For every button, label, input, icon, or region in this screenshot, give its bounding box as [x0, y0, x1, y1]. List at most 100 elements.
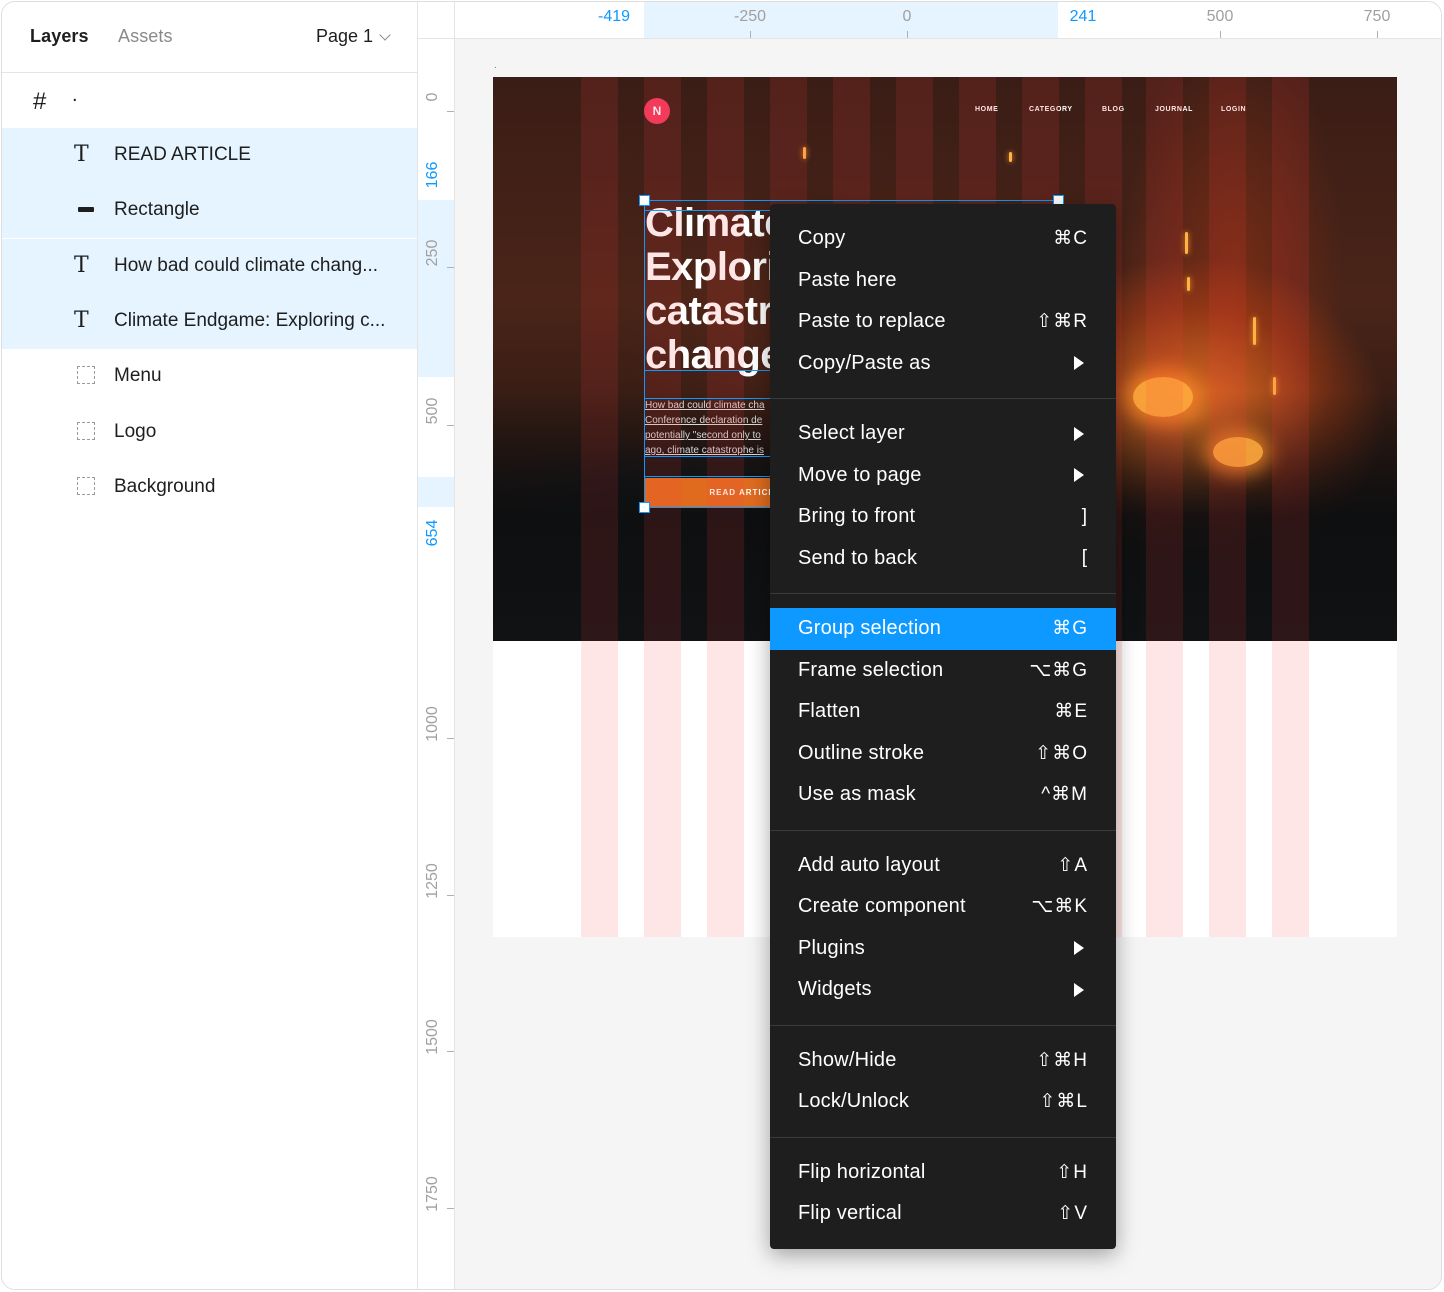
ember [1187, 277, 1190, 291]
menu-item-shortcut: ] [1081, 505, 1088, 527]
layer-row[interactable]: T Climate Endgame: Exploring c... [2, 293, 417, 349]
frame-icon: # [33, 88, 47, 115]
ruler-label: -419 [597, 8, 631, 25]
layer-row[interactable]: Rectangle [2, 183, 417, 239]
menu-separator [770, 1024, 1116, 1026]
menu-separator [770, 1136, 1116, 1138]
ruler-tick [447, 738, 454, 739]
ruler-tick [447, 1208, 454, 1209]
menu-item-select-layer[interactable]: Select layer [770, 413, 1116, 455]
menu-item-shortcut: ⌘C [1053, 228, 1088, 250]
ruler-tick [447, 425, 454, 426]
layer-name: Logo [114, 420, 157, 442]
menu-item-shortcut: ⇧⌘L [1039, 1091, 1088, 1113]
layout-grid-column [1272, 77, 1309, 937]
ruler-selection-range [418, 200, 454, 377]
menu-item-plugins[interactable]: Plugins [770, 928, 1116, 970]
menu-item-label: Move to page [798, 463, 922, 486]
ruler-tick [1220, 31, 1221, 38]
menu-item-flip-horizontal[interactable]: Flip horizontal ⇧H [770, 1152, 1116, 1194]
menu-item-move-to-page[interactable]: Move to page [770, 455, 1116, 497]
rectangle-icon [74, 197, 100, 223]
menu-item-flatten[interactable]: Flatten ⌘E [770, 691, 1116, 733]
layout-grid-column [581, 77, 618, 937]
ruler-label: 750 [1363, 8, 1391, 25]
figma-window: Layers Assets Page 1 # . T READ ARTICLE Re… [1, 1, 1442, 1290]
menu-item-bring-to-front[interactable]: Bring to front] [770, 496, 1116, 538]
menu-item-shortcut: ⌥⌘G [1029, 659, 1088, 681]
layer-row[interactable]: T How bad could climate chang... [2, 238, 417, 294]
menu-item-flip-vertical[interactable]: Flip vertical ⇧V [770, 1193, 1116, 1235]
frame-title[interactable]: . [494, 60, 497, 71]
page-selector[interactable]: Page 1 [315, 26, 391, 47]
submenu-arrow-icon [1074, 468, 1084, 483]
ruler-tick [1377, 31, 1378, 38]
menu-item-shortcut: ⌘E [1054, 701, 1088, 723]
ruler-horizontal: -419 -250 0 241 500 750 [418, 2, 1441, 39]
menu-separator [770, 829, 1116, 831]
frame-dashed-icon [74, 363, 100, 389]
menu-item-label: Flip horizontal [798, 1160, 926, 1183]
ruler-tick [447, 267, 454, 268]
layer-row[interactable]: T READ ARTICLE [2, 128, 417, 183]
context-menu: Copy ⌘C Paste here Paste to replace ⇧⌘R Copy/… [770, 204, 1116, 1249]
menu-item-copy-paste-as[interactable]: Copy/Paste as [770, 343, 1116, 385]
menu-item-create-component[interactable]: Create component ⌥⌘K [770, 886, 1116, 928]
menu-item-copy[interactable]: Copy ⌘C [770, 218, 1116, 260]
resize-handle-bottom-left[interactable] [639, 502, 650, 513]
menu-item-label: Use as mask [798, 783, 916, 806]
selection-outline [644, 398, 770, 399]
page-selector-label: Page 1 [315, 26, 373, 46]
submenu-arrow-icon [1074, 426, 1084, 441]
ember [1253, 317, 1256, 345]
menu-item-shortcut: ⇧A [1057, 854, 1088, 876]
layer-name: Menu [114, 365, 162, 387]
text-icon: T [74, 307, 89, 333]
menu-item-add-auto-layout[interactable]: Add auto layout ⇧A [770, 845, 1116, 887]
menu-item-shortcut: ⇧V [1057, 1203, 1088, 1225]
tab-assets[interactable]: Assets [118, 26, 173, 47]
layer-name: How bad could climate chang... [114, 254, 379, 276]
chevron-down-icon [379, 28, 391, 41]
menu-item-label: Bring to front [798, 505, 916, 528]
resize-handle-top-left[interactable] [639, 195, 650, 206]
menu-item-label: Widgets [798, 978, 872, 1001]
ruler-label: 1250 [424, 863, 441, 899]
frame-layer-name: . [72, 84, 78, 106]
menu-item-shortcut: ⇧⌘R [1036, 311, 1088, 333]
menu-item-group-selection[interactable]: Group selection ⌘G [770, 608, 1116, 650]
panel-header: Layers Assets Page 1 [2, 2, 417, 73]
menu-item-shortcut: ⇧H [1056, 1161, 1088, 1183]
menu-item-label: Create component [798, 895, 966, 918]
menu-item-use-as-mask[interactable]: Use as mask ^⌘M [770, 774, 1116, 816]
layer-row[interactable]: Logo [2, 405, 417, 460]
menu-item-label: Paste here [798, 268, 897, 291]
layer-frame[interactable]: # . [2, 74, 417, 128]
menu-item-label: Flatten [798, 700, 861, 723]
layer-row[interactable]: Menu [2, 349, 417, 404]
menu-item-outline-stroke[interactable]: Outline stroke ⇧⌘O [770, 733, 1116, 775]
menu-item-widgets[interactable]: Widgets [770, 969, 1116, 1011]
ruler-selection-range [418, 477, 454, 507]
menu-separator [770, 398, 1116, 399]
selection-outline [644, 370, 770, 371]
menu-item-paste-here[interactable]: Paste here [770, 260, 1116, 302]
tab-layers[interactable]: Layers [30, 26, 89, 47]
ruler-corner [418, 2, 455, 39]
menu-item-paste-to-replace[interactable]: Paste to replace ⇧⌘R [770, 301, 1116, 343]
text-icon: T [74, 142, 89, 167]
menu-item-shortcut: ⌘G [1052, 618, 1088, 640]
menu-item-label: Outline stroke [798, 741, 925, 764]
ruler-tick [447, 111, 454, 112]
submenu-arrow-icon [1074, 941, 1084, 956]
menu-item-frame-selection[interactable]: Frame selection ⌥⌘G [770, 650, 1116, 692]
menu-item-shortcut: [ [1081, 547, 1088, 569]
menu-item-show-hide[interactable]: Show/Hide ⇧⌘H [770, 1040, 1116, 1082]
menu-item-send-to-back[interactable]: Send to back [ [770, 538, 1116, 580]
menu-item-label: Flip vertical [798, 1202, 902, 1225]
ruler-label: 166 [424, 161, 441, 189]
layer-name: Background [114, 475, 216, 497]
menu-item-lock-unlock[interactable]: Lock/Unlock ⇧⌘L [770, 1081, 1116, 1123]
layer-row[interactable]: Background [2, 460, 417, 515]
frame-dashed-icon [74, 419, 100, 445]
